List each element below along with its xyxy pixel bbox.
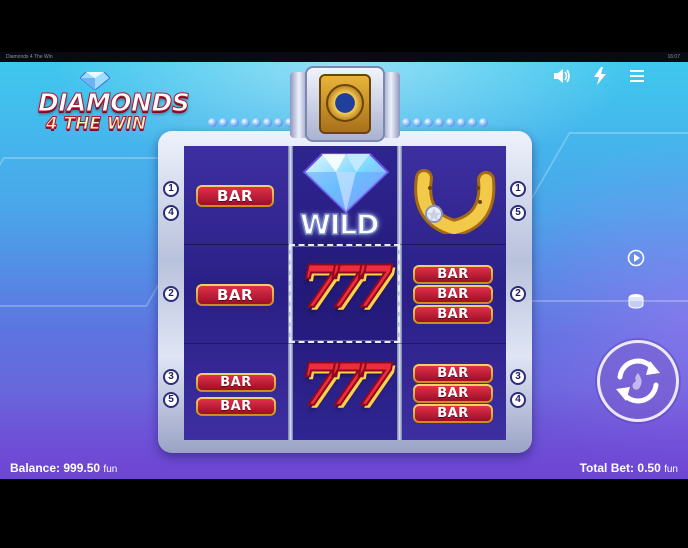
payline-marker: 1 — [510, 181, 526, 197]
payline-marker: 2 — [163, 286, 179, 302]
bar-symbol: BAR — [196, 397, 276, 416]
balance-value: 999.50 — [63, 461, 101, 475]
payline-marker: 5 — [163, 392, 179, 408]
bar-symbol: BAR — [413, 364, 493, 383]
horseshoe-icon — [414, 169, 496, 234]
total-bet-label: Total Bet: — [579, 461, 635, 475]
frame-studs-right — [402, 118, 488, 128]
lightning-icon — [594, 67, 606, 85]
bar-symbol: BAR — [413, 305, 493, 324]
payline-marker: 5 — [510, 205, 526, 221]
diamond-wild-icon — [302, 153, 390, 214]
bar-symbol: BAR — [196, 373, 276, 392]
balance-unit: fun — [103, 464, 118, 475]
bet-button[interactable] — [626, 291, 646, 311]
game-logo: DIAMONDS 4 THE WIN — [38, 70, 191, 138]
autoplay-button[interactable] — [626, 248, 646, 268]
total-bet-value: 0.50 — [637, 461, 661, 475]
wild-label: WILD — [299, 207, 380, 242]
row-divider — [184, 343, 506, 344]
payline-marker: 2 — [510, 286, 526, 302]
bar-symbol: BAR — [413, 265, 493, 284]
total-bet-display: Total Bet: 0.50 fun — [580, 461, 678, 477]
hamburger-menu-icon — [630, 70, 644, 82]
window-title: Diamonds 4 The Win — [6, 54, 53, 60]
logo-title: DIAMONDS — [38, 88, 191, 118]
clock: 16:07 — [667, 54, 680, 60]
bar-symbol: BAR — [413, 384, 493, 403]
balance-display: Balance: 999.50 fun — [10, 461, 117, 477]
spin-button[interactable] — [597, 340, 679, 422]
total-bet-unit: fun — [664, 464, 678, 475]
payline-marker: 4 — [510, 392, 526, 408]
menu-button[interactable] — [627, 66, 647, 86]
seven-symbol: 777 — [299, 351, 394, 419]
payline-marker: 3 — [510, 369, 526, 385]
bar-symbol: BAR — [413, 404, 493, 423]
spin-arrows-icon — [616, 358, 660, 404]
game-screen: Diamonds 4 The Win 16:07 DIAMONDS 4 THE … — [0, 0, 688, 548]
window-titlebar: Diamonds 4 The Win 16:07 — [0, 52, 688, 62]
autoplay-icon — [627, 249, 645, 267]
vault-dial-icon — [326, 84, 364, 122]
logo-subtitle: 4 THE WIN — [45, 114, 147, 135]
frame-studs-left — [208, 118, 294, 128]
win-highlight — [289, 244, 400, 343]
vault-crest — [290, 66, 400, 144]
turbo-button[interactable] — [590, 66, 610, 86]
payline-marker: 3 — [163, 369, 179, 385]
balance-label: Balance: — [10, 461, 61, 475]
payline-marker: 4 — [163, 205, 179, 221]
coin-stack-icon — [628, 294, 644, 309]
bar-symbol: BAR — [196, 284, 274, 306]
bar-symbol: BAR — [196, 185, 274, 207]
bar-symbol: BAR — [413, 285, 493, 304]
speaker-icon — [554, 69, 570, 83]
status-bar: Balance: 999.50 fun Total Bet: 0.50 fun — [0, 461, 688, 489]
sound-button[interactable] — [552, 66, 572, 86]
payline-marker: 1 — [163, 181, 179, 197]
